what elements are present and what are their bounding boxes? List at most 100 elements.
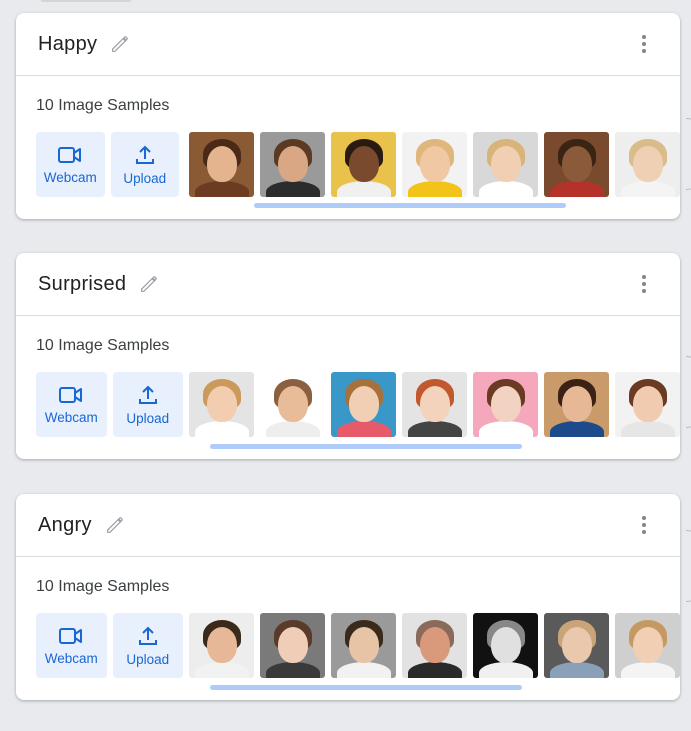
samples-count: 10 Image Samples xyxy=(36,578,170,595)
webcam-button[interactable]: Webcam xyxy=(36,372,107,437)
more-vert-icon[interactable] xyxy=(632,32,656,56)
sample-thumbnails xyxy=(189,132,680,197)
sample-image[interactable] xyxy=(402,613,467,678)
upload-button[interactable]: Upload xyxy=(110,132,179,197)
class-card-angry: Angry 10 Image Samples Webcam Upload xyxy=(16,494,680,700)
sample-image-body xyxy=(478,662,533,678)
sample-image-face xyxy=(348,386,379,422)
sample-image-body xyxy=(620,421,675,437)
webcam-label: Webcam xyxy=(43,169,97,185)
upload-icon xyxy=(138,385,157,404)
sample-image[interactable] xyxy=(260,132,325,197)
sample-image-face xyxy=(348,146,379,182)
sample-image-body xyxy=(336,421,391,437)
connector-line xyxy=(686,356,691,428)
card-header: Surprised xyxy=(16,253,680,316)
sample-image[interactable] xyxy=(473,613,538,678)
sample-image-body xyxy=(549,662,604,678)
sample-image[interactable] xyxy=(331,372,396,437)
sample-image-body xyxy=(549,421,604,437)
upload-icon xyxy=(138,626,157,645)
connector-line xyxy=(686,530,691,602)
sample-image-face xyxy=(206,627,237,663)
sample-thumbnails xyxy=(189,372,680,437)
thumbnail-scrollbar[interactable] xyxy=(254,203,566,208)
class-name[interactable]: Happy xyxy=(38,33,97,56)
sample-image-face xyxy=(277,627,308,663)
webcam-label: Webcam xyxy=(44,409,98,425)
class-card-happy: Happy 10 Image Samples Webcam Upload xyxy=(16,13,680,219)
sample-image[interactable] xyxy=(473,372,538,437)
sample-image-face xyxy=(206,386,237,422)
sample-image[interactable] xyxy=(473,132,538,197)
sample-image[interactable] xyxy=(331,132,396,197)
top-card-edge xyxy=(40,0,132,2)
upload-label: Upload xyxy=(123,170,167,186)
sample-image-face xyxy=(348,627,379,663)
sample-image-face xyxy=(561,386,592,422)
sample-image-face xyxy=(206,146,237,182)
sample-thumbnails xyxy=(189,613,680,678)
thumbnail-scrollbar[interactable] xyxy=(210,444,522,449)
sample-image-body xyxy=(478,181,533,197)
sample-image[interactable] xyxy=(544,372,609,437)
sample-image[interactable] xyxy=(402,372,467,437)
sample-image-body xyxy=(336,181,391,197)
webcam-button[interactable]: Webcam xyxy=(36,132,105,197)
pencil-icon[interactable] xyxy=(104,514,126,536)
sample-image[interactable] xyxy=(615,372,680,437)
sample-image[interactable] xyxy=(260,613,325,678)
more-vert-icon[interactable] xyxy=(632,513,656,537)
sample-image[interactable] xyxy=(402,132,467,197)
sample-image[interactable] xyxy=(615,613,680,678)
sample-image-body xyxy=(265,662,320,678)
sample-image-body xyxy=(336,662,391,678)
connector-line xyxy=(686,118,691,190)
webcam-button[interactable]: Webcam xyxy=(36,613,107,678)
sample-image-body xyxy=(194,421,249,437)
sample-image-face xyxy=(419,627,450,663)
sample-image-body xyxy=(265,421,320,437)
sample-image[interactable] xyxy=(189,372,254,437)
upload-button[interactable]: Upload xyxy=(112,613,183,678)
sample-image-body xyxy=(620,662,675,678)
upload-icon xyxy=(135,145,154,164)
videocam-icon xyxy=(58,146,82,163)
sample-image-body xyxy=(407,421,462,437)
class-name[interactable]: Angry xyxy=(38,514,92,537)
upload-button[interactable]: Upload xyxy=(112,372,183,437)
sample-image-body xyxy=(407,181,462,197)
pencil-icon[interactable] xyxy=(109,33,131,55)
pencil-icon[interactable] xyxy=(138,273,160,295)
sample-image-body xyxy=(194,181,249,197)
card-header: Happy xyxy=(16,13,680,76)
sample-image-body xyxy=(265,181,320,197)
sample-image-face xyxy=(632,627,663,663)
sample-image[interactable] xyxy=(544,613,609,678)
card-header: Angry xyxy=(16,494,680,557)
sample-image-body xyxy=(620,181,675,197)
sample-image-body xyxy=(549,181,604,197)
samples-count: 10 Image Samples xyxy=(36,97,170,114)
upload-label: Upload xyxy=(126,651,170,667)
sample-image-face xyxy=(490,627,521,663)
sample-image-face xyxy=(632,146,663,182)
sample-image[interactable] xyxy=(260,372,325,437)
sample-image-body xyxy=(407,662,462,678)
upload-label: Upload xyxy=(126,410,170,426)
sample-image[interactable] xyxy=(544,132,609,197)
class-name[interactable]: Surprised xyxy=(38,273,126,296)
sample-image-face xyxy=(277,386,308,422)
sample-image[interactable] xyxy=(189,613,254,678)
sample-image-face xyxy=(490,386,521,422)
more-vert-icon[interactable] xyxy=(632,272,656,296)
sample-image[interactable] xyxy=(615,132,680,197)
sample-image[interactable] xyxy=(189,132,254,197)
thumbnail-scrollbar[interactable] xyxy=(210,685,522,690)
sample-image-face xyxy=(632,386,663,422)
videocam-icon xyxy=(59,627,83,644)
sample-image-face xyxy=(561,627,592,663)
class-card-surprised: Surprised 10 Image Samples Webcam Upload xyxy=(16,253,680,459)
sample-image[interactable] xyxy=(331,613,396,678)
sample-image-face xyxy=(561,146,592,182)
